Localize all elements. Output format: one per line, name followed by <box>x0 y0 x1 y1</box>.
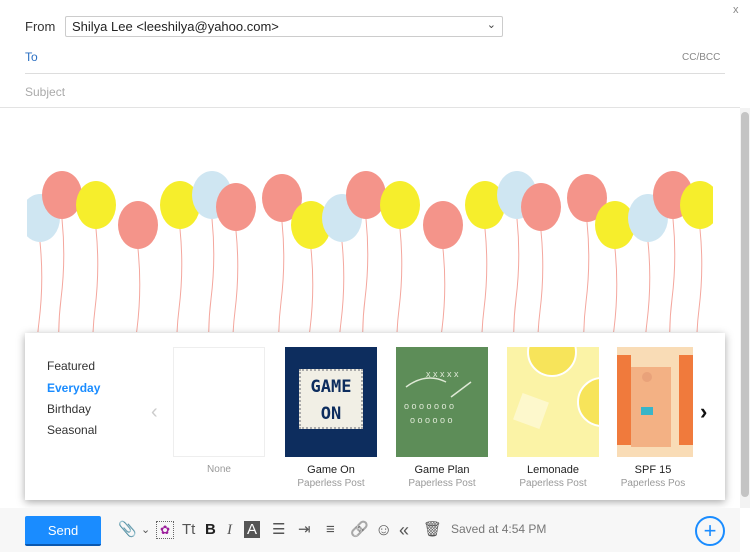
svg-text:x x x x x: x x x x x <box>426 369 459 379</box>
attach-icon[interactable]: 📎 <box>118 520 137 540</box>
balloon-string <box>136 248 141 332</box>
next-arrow-icon[interactable]: › <box>700 399 707 425</box>
balloon <box>346 171 386 219</box>
balloon <box>423 201 463 249</box>
balloon-string <box>696 228 703 332</box>
balloon-string <box>645 241 651 332</box>
template-none[interactable] <box>173 347 265 457</box>
attach-menu-chevron-icon[interactable]: ⌄ <box>141 520 150 540</box>
scrollbar-thumb[interactable] <box>741 112 749 497</box>
balloon-string <box>441 248 446 332</box>
italic-icon[interactable]: I <box>227 520 232 540</box>
play-diagram-art: x x x x x o o o o o o o o o o o o o <box>404 369 472 425</box>
balloon <box>42 171 82 219</box>
category-birthday[interactable]: Birthday <box>47 402 91 416</box>
emoji-icon[interactable]: ☺ <box>375 520 392 540</box>
chevron-down-icon: ⌄ <box>486 19 496 31</box>
from-select[interactable]: Shilya Lee <leeshilya@yahoo.com> ⌄ <box>65 16 503 37</box>
game-on-art: GAME ON <box>299 369 363 429</box>
balloon <box>76 181 116 229</box>
prev-arrow-icon[interactable]: ‹ <box>151 401 158 424</box>
balloon-string <box>583 221 590 332</box>
compose-plus-button[interactable]: + <box>695 516 725 546</box>
template-name: Game On <box>307 464 355 476</box>
template-game-on[interactable]: GAME ON <box>285 347 377 457</box>
indent-icon[interactable]: ⇥ <box>298 520 311 540</box>
balloon <box>380 181 420 229</box>
balloon-string <box>396 228 403 332</box>
balloon-string <box>232 230 239 332</box>
from-value: Shilya Lee <leeshilya@yahoo.com> <box>72 19 279 34</box>
template-source: Paperless Post <box>408 478 476 489</box>
balloon-string <box>309 248 314 332</box>
send-button[interactable]: Send <box>25 516 101 546</box>
cc-bcc-link[interactable]: CC/BCC <box>682 52 720 63</box>
balloon <box>216 183 256 231</box>
balloon-string <box>537 230 544 332</box>
balloon-string <box>513 218 520 332</box>
beach-art <box>617 355 693 447</box>
stationery-icon[interactable]: ✿ <box>156 521 174 539</box>
balloon <box>521 183 561 231</box>
template-source: Paperless Post <box>519 478 587 489</box>
balloon-string <box>58 218 65 332</box>
text-color-icon[interactable]: A <box>244 521 260 538</box>
bold-icon[interactable]: B <box>205 520 216 540</box>
category-featured[interactable]: Featured <box>47 359 95 373</box>
balloon-string <box>362 218 369 332</box>
saved-status: Saved at 4:54 PM <box>451 522 547 536</box>
balloons-stationery-art <box>27 171 713 332</box>
template-name: Game Plan <box>414 464 470 476</box>
quote-icon[interactable]: « <box>399 520 409 540</box>
template-game-plan[interactable]: x x x x x o o o o o o o o o o o o o <box>396 347 488 457</box>
template-source: Paperless Post <box>297 478 365 489</box>
font-size-icon[interactable]: Tt <box>182 520 195 540</box>
bullet-list-icon[interactable]: ☰ <box>272 520 285 540</box>
template-name: None <box>207 464 231 475</box>
template-spf-15[interactable] <box>617 347 693 457</box>
balloon-string <box>92 228 99 332</box>
to-field-label[interactable]: To <box>25 50 38 64</box>
lemon-slices-art <box>513 347 599 429</box>
divider <box>0 107 740 108</box>
subject-input[interactable]: Subject <box>25 85 65 99</box>
balloon-string <box>208 218 215 332</box>
category-seasonal[interactable]: Seasonal <box>47 423 97 437</box>
balloon-string <box>481 228 488 332</box>
balloon-string <box>278 221 285 332</box>
svg-text:o o o o o o o: o o o o o o o <box>404 401 454 411</box>
balloon <box>118 201 158 249</box>
template-name: Lemonade <box>527 464 579 476</box>
template-lemonade[interactable] <box>507 347 599 457</box>
template-name: SPF 15 <box>634 464 672 476</box>
template-source: Paperless Pos <box>620 478 686 489</box>
align-icon[interactable]: ≡ <box>326 520 335 540</box>
compose-footer <box>0 508 740 552</box>
balloon-string <box>37 241 43 332</box>
svg-text:o o o o o o: o o o o o o <box>410 415 453 425</box>
category-everyday[interactable]: Everyday <box>47 381 100 395</box>
trash-icon[interactable]: 🗑 <box>423 520 442 540</box>
balloon-string <box>613 248 618 332</box>
from-label: From <box>25 19 56 34</box>
balloon-string <box>176 228 183 332</box>
balloon-string <box>669 218 676 332</box>
close-button[interactable]: x <box>733 4 739 16</box>
divider <box>25 73 725 74</box>
link-icon[interactable]: 🔗 <box>350 520 369 540</box>
balloon-string <box>339 241 345 332</box>
stationery-picker: Featured Everyday Birthday Seasonal ‹ No… <box>25 333 725 500</box>
